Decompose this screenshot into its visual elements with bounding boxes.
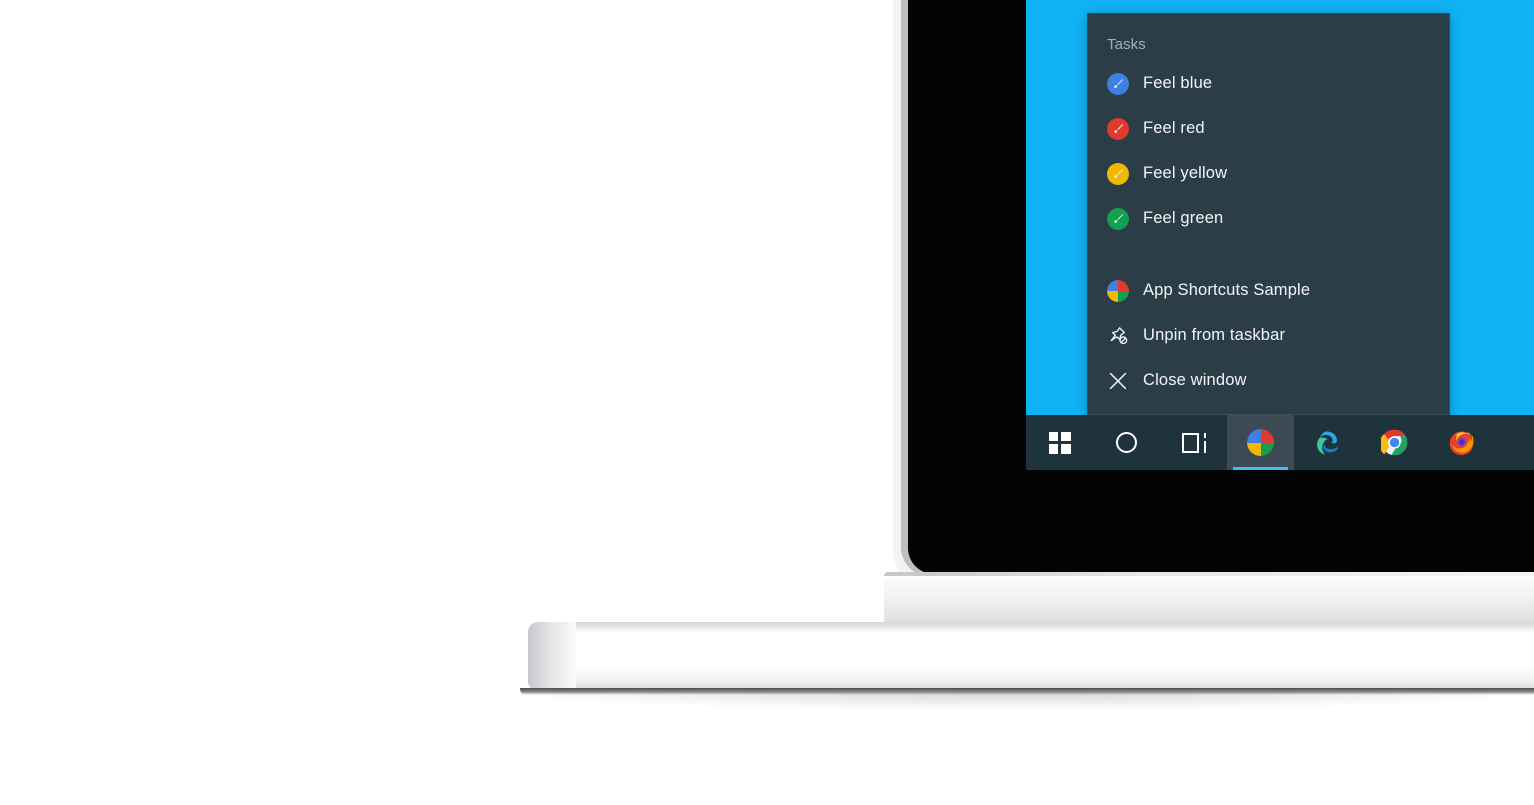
jumplist-item-label: Feel green [1143,209,1224,227]
task-view-icon [1181,432,1206,453]
laptop-drop-shadow [505,692,1534,710]
microsoft-edge-icon [1314,429,1341,456]
jumplist-item-feel-yellow[interactable]: Feel yellow [1088,151,1449,196]
windows-logo-icon [1048,431,1071,454]
app-pie-icon [1247,429,1274,456]
jumplist-item-app-shortcuts-sample[interactable]: App Shortcuts Sample [1088,268,1449,313]
jumplist-item-label: Unpin from taskbar [1143,326,1286,344]
taskbar-button-edge[interactable] [1294,415,1361,470]
jumplist-item-label: Feel yellow [1143,164,1228,182]
jumplist-item-label: Close window [1143,371,1247,389]
jumplist-tasks-group: Feel blue Feel red Feel yellow Feel gree… [1088,59,1449,241]
taskbar-button-app-shortcuts-sample[interactable] [1227,415,1294,470]
firefox-icon [1448,429,1475,456]
laptop-lid-bottom-lip [884,572,1534,624]
jumplist-item-feel-green[interactable]: Feel green [1088,196,1449,241]
screenshot-stage: Tasks Feel blue Feel red Feel yellow Fee… [0,0,1534,805]
laptop-screen: Tasks Feel blue Feel red Feel yellow Fee… [1026,0,1534,470]
taskbar-button-cortana[interactable] [1093,415,1160,470]
taskbar [1026,415,1534,470]
laptop-base [528,622,1534,690]
laptop-figure: Tasks Feel blue Feel red Feel yellow Fee… [0,0,1534,805]
jumplist-panel[interactable]: Tasks Feel blue Feel red Feel yellow Fee… [1087,13,1450,415]
app-pie-icon [1105,278,1131,304]
paint-brush-icon [1105,161,1131,187]
taskbar-button-task-view[interactable] [1160,415,1227,470]
cortana-circle-icon [1116,432,1137,453]
jumplist-separator-gap [1088,241,1449,266]
jumplist-actions-group: App Shortcuts Sample Unpin from taskbar [1088,266,1449,403]
paint-brush-icon [1105,116,1131,142]
paint-brush-icon [1105,71,1131,97]
unpin-icon [1105,323,1131,349]
jumplist-header: Tasks [1107,36,1146,53]
google-chrome-icon [1379,429,1408,456]
jumplist-item-close-window[interactable]: Close window [1088,358,1449,403]
jumplist-item-feel-red[interactable]: Feel red [1088,106,1449,151]
close-icon [1105,368,1131,394]
laptop-base-left-edge [528,622,576,690]
jumplist-item-label: App Shortcuts Sample [1143,281,1311,299]
taskbar-button-start[interactable] [1026,415,1093,470]
jumplist-item-label: Feel blue [1143,74,1213,92]
laptop-lid-bottom-edge [884,572,1534,576]
jumplist-item-unpin-from-taskbar[interactable]: Unpin from taskbar [1088,313,1449,358]
paint-brush-icon [1105,206,1131,232]
jumplist-item-feel-blue[interactable]: Feel blue [1088,61,1449,106]
jumplist-item-label: Feel red [1143,119,1205,137]
taskbar-button-firefox[interactable] [1428,415,1495,470]
taskbar-button-chrome[interactable] [1361,415,1428,470]
